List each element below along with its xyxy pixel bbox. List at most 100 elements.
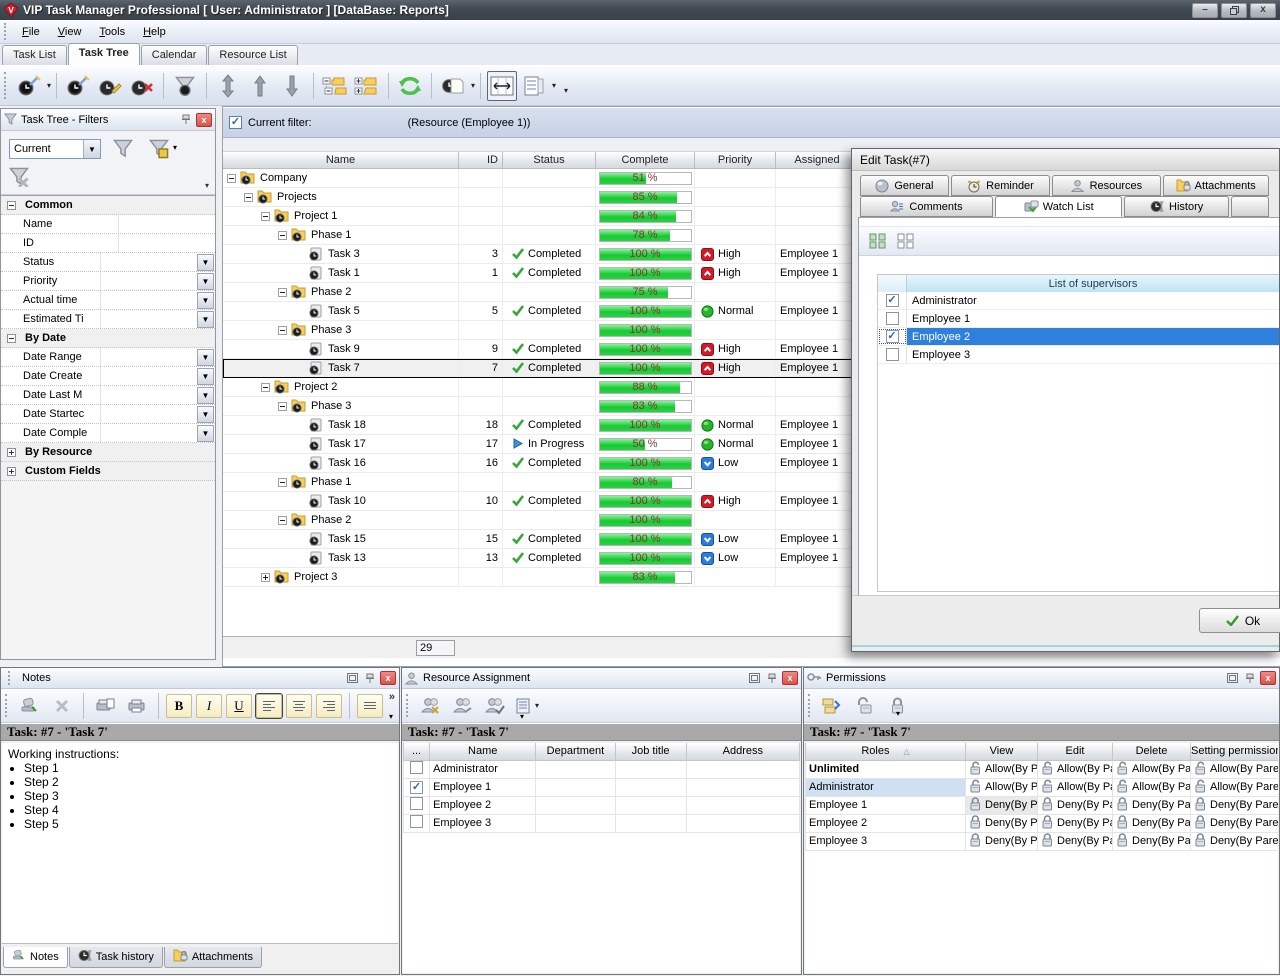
- permissions-column-delete[interactable]: Delete: [1113, 743, 1191, 760]
- checkbox-checked[interactable]: ✓: [886, 330, 899, 343]
- move-updown-icon[interactable]: [213, 71, 243, 101]
- resource-list-icon[interactable]: ▾: [512, 691, 542, 721]
- pin-icon[interactable]: [362, 671, 378, 685]
- filter-field-value[interactable]: [119, 215, 215, 233]
- restore-panel-icon[interactable]: [746, 671, 762, 685]
- resource-row[interactable]: ✓Employee 1: [404, 778, 800, 796]
- filter-field-value[interactable]: [101, 405, 197, 423]
- filter-field-value[interactable]: [101, 367, 197, 385]
- filter-row-date-last-m[interactable]: Date Last M▼: [1, 386, 215, 405]
- print-icon[interactable]: [122, 691, 152, 721]
- close-icon[interactable]: x: [1260, 671, 1276, 685]
- checkbox[interactable]: [410, 761, 423, 774]
- collapse-icon[interactable]: [278, 288, 287, 297]
- filter-field-value[interactable]: [101, 310, 197, 328]
- pin-icon[interactable]: [764, 671, 780, 685]
- checkbox[interactable]: [886, 348, 899, 361]
- chevron-down-icon[interactable]: ▼: [197, 368, 214, 385]
- resource-row[interactable]: Administrator: [404, 760, 800, 778]
- permission-value-cell[interactable]: Deny(By Parent): [1113, 814, 1191, 832]
- minimize-button[interactable]: –: [1192, 3, 1218, 18]
- permissions-column-roles[interactable]: Roles△: [806, 743, 966, 760]
- delete-note-icon[interactable]: [47, 691, 77, 721]
- duplicate-task-icon[interactable]: [438, 71, 468, 101]
- toolbar-options-icon[interactable]: ▾: [520, 712, 524, 721]
- collapse-icon[interactable]: [261, 383, 270, 392]
- resource-column-name[interactable]: Name: [430, 743, 536, 760]
- dialog-tab-comments[interactable]: Comments: [860, 196, 993, 217]
- fit-columns-icon[interactable]: [487, 71, 517, 101]
- dialog-tab-resources[interactable]: Resources: [1052, 175, 1160, 196]
- save-filter-icon[interactable]: [149, 139, 169, 159]
- chevron-down-icon[interactable]: ▾: [173, 143, 177, 152]
- pin-icon[interactable]: [178, 113, 194, 127]
- checkbox-checked[interactable]: ✓: [886, 294, 899, 307]
- bold-button[interactable]: B: [166, 694, 192, 718]
- chevron-down-icon[interactable]: ▼: [83, 140, 100, 158]
- filter-row-estimated-ti[interactable]: Estimated Ti▼: [1, 310, 215, 329]
- filter-row-status[interactable]: Status▼: [1, 253, 215, 272]
- permission-value-cell[interactable]: Allow(By Parent): [1038, 760, 1113, 778]
- chevron-down-icon[interactable]: ▼: [197, 254, 214, 271]
- restore-panel-icon[interactable]: [1224, 671, 1240, 685]
- menu-item-help[interactable]: Help: [134, 23, 175, 41]
- collapse-icon[interactable]: [278, 478, 287, 487]
- permission-row[interactable]: UnlimitedAllow(By Parent)Allow(By Parent…: [806, 760, 1279, 778]
- permission-value-cell[interactable]: Deny(By Parent): [966, 832, 1038, 850]
- unassign-resource-icon[interactable]: [448, 691, 478, 721]
- permission-value-cell[interactable]: Deny(By Parent): [1038, 832, 1113, 850]
- permissions-column-setting-permissions[interactable]: Setting permissions: [1191, 743, 1279, 760]
- collapse-icon[interactable]: [278, 231, 287, 240]
- tab-task-list[interactable]: Task List: [2, 45, 67, 65]
- permission-value-cell[interactable]: Allow(By Parent): [1113, 760, 1191, 778]
- refresh-icon[interactable]: [395, 71, 425, 101]
- chevron-down-icon[interactable]: ▼: [197, 406, 214, 423]
- italic-button[interactable]: I: [196, 694, 222, 718]
- collapse-icon[interactable]: [227, 174, 236, 183]
- collapse-icon[interactable]: [244, 193, 253, 202]
- create-task-icon[interactable]: [63, 71, 93, 101]
- menu-item-tools[interactable]: Tools: [90, 23, 134, 41]
- permission-value-cell[interactable]: Deny(By Parent): [1191, 796, 1279, 814]
- filter-field-value[interactable]: [101, 424, 197, 442]
- permission-row[interactable]: AdministratorAllow(By Parent)Allow(By Pa…: [806, 778, 1279, 796]
- filter-field-value[interactable]: [101, 386, 197, 404]
- chevron-down-icon[interactable]: ▾: [471, 81, 475, 90]
- permission-row[interactable]: Employee 2Deny(By Parent)Deny(By Parent)…: [806, 814, 1279, 832]
- expand-icon[interactable]: [7, 467, 16, 476]
- chevron-down-icon[interactable]: ▾: [552, 81, 556, 90]
- chevron-down-icon[interactable]: ▼: [197, 425, 214, 442]
- chevron-down-icon[interactable]: ▼: [197, 292, 214, 309]
- notes-tab-attachments[interactable]: Attachments: [164, 947, 262, 968]
- customize-columns-icon[interactable]: [519, 71, 549, 101]
- checkbox-checked[interactable]: ✓: [410, 781, 423, 794]
- resource-row[interactable]: Employee 3: [404, 814, 800, 832]
- column-header-priority[interactable]: Priority: [695, 152, 776, 169]
- notes-body[interactable]: Working instructions: Step 1Step 2Step 3…: [2, 743, 398, 944]
- toolbar-options-icon[interactable]: ▾: [389, 712, 393, 721]
- column-header-complete[interactable]: Complete: [596, 152, 695, 169]
- collapse-all-icon[interactable]: [320, 71, 350, 101]
- toolbar-options-icon[interactable]: ▾: [896, 709, 900, 718]
- filter-row-date-range[interactable]: Date Range▼: [1, 348, 215, 367]
- notes-tab-task-history[interactable]: Task history: [69, 947, 163, 968]
- dialog-tab-history[interactable]: History: [1124, 196, 1229, 217]
- uncheck-all-icon[interactable]: [897, 233, 915, 249]
- filter-row-id[interactable]: ID: [1, 234, 215, 253]
- filter-field-value[interactable]: [101, 253, 197, 271]
- permissions-column-edit[interactable]: Edit: [1038, 743, 1113, 760]
- bullet-list-button[interactable]: [357, 694, 383, 718]
- permission-row[interactable]: Employee 3Deny(By Parent)Deny(By Parent)…: [806, 832, 1279, 850]
- filter-row-priority[interactable]: Priority▼: [1, 272, 215, 291]
- filter-preset-combobox[interactable]: Current ▼: [9, 139, 101, 159]
- check-all-icon[interactable]: [869, 233, 887, 249]
- resource-column-department[interactable]: Department: [536, 743, 615, 760]
- resource-column-address[interactable]: Address: [686, 743, 799, 760]
- chevron-down-icon[interactable]: ▼: [197, 311, 214, 328]
- supervisor-row[interactable]: Employee 1: [878, 310, 1279, 328]
- tab-calendar[interactable]: Calendar: [141, 45, 208, 65]
- resource-column-checkbox[interactable]: ...: [404, 743, 430, 760]
- permission-value-cell[interactable]: Allow(By Parent): [1038, 778, 1113, 796]
- restore-panel-icon[interactable]: [344, 671, 360, 685]
- permission-value-cell[interactable]: Deny(By Parent): [1191, 832, 1279, 850]
